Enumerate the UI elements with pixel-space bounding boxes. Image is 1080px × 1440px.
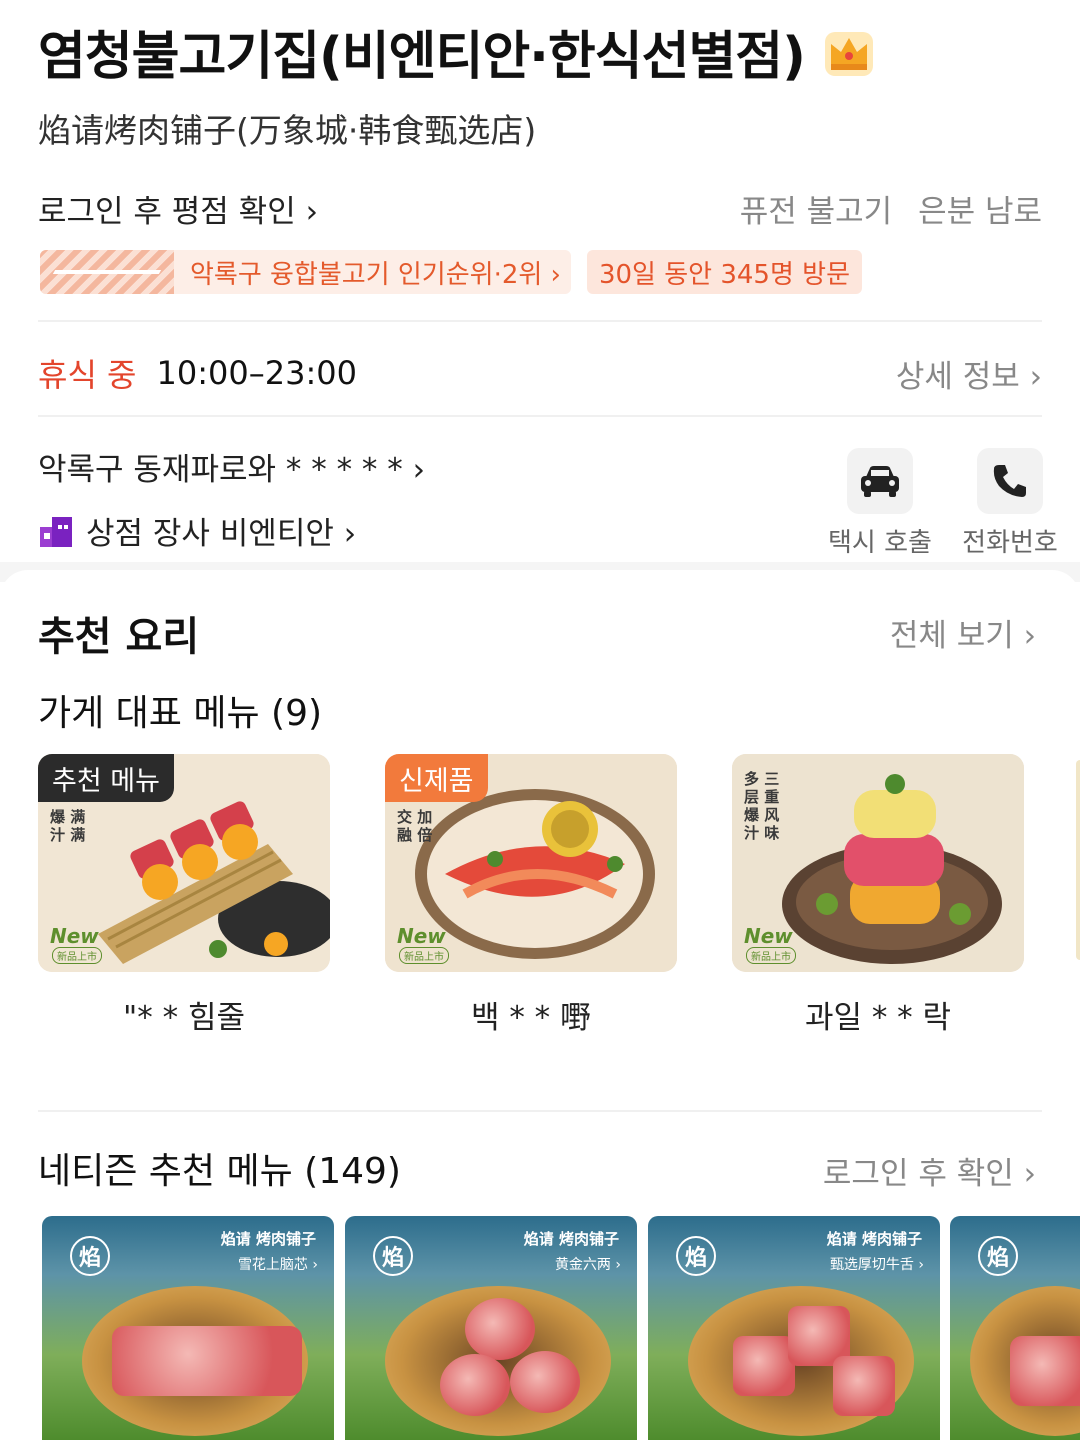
detail-info-link[interactable]: 상세 정보 › — [896, 351, 1042, 396]
badge-row: 악록구 융합불고기 인기순위·2위 › 30일 동안 345명 방문 — [40, 250, 862, 294]
phone-icon — [993, 465, 1026, 497]
store-name: 염청불고기집(비엔티안·한식선별점) — [38, 27, 806, 87]
photo-dish-name: 甄选厚切牛舌 › — [829, 1257, 924, 1273]
dish-tag: 추천 메뉴 — [38, 754, 174, 802]
meat — [833, 1356, 895, 1416]
meat — [510, 1351, 580, 1413]
dish-name[interactable]: 과일 * * 락 — [732, 992, 1024, 1037]
dish-tag: 신제품 — [385, 754, 488, 802]
recommend-title: 추천 요리 — [38, 614, 200, 660]
car-icon — [861, 466, 899, 497]
dish-slogan: 交 加 融 倍 — [397, 808, 433, 844]
crown-icon — [824, 31, 873, 76]
dish-slogan: 多 三 层 重 爆 风 汁 味 — [744, 770, 780, 842]
brand-logo: 焰 — [70, 1236, 110, 1276]
netizen-photo[interactable]: 焰 — [950, 1216, 1080, 1440]
mall-link[interactable]: 상점 장사 비엔티안 › — [38, 508, 356, 553]
category-tag: 은분 남로 — [918, 193, 1042, 230]
netizen-menu-title: 네티즌 추천 메뉴 (149) — [38, 1151, 401, 1192]
phone-action[interactable]: 전화번호 — [940, 448, 1080, 559]
divider — [38, 415, 1042, 417]
dish-image[interactable]: 多 三 层 重 爆 风 汁 味 New 新品上市 — [732, 754, 1024, 972]
store-name-chinese: 焰请烤肉铺子(万象城·韩食甄选店) — [38, 111, 537, 150]
address-link[interactable]: 악록구 동재파로와 * * * * * › — [38, 444, 425, 489]
rating-row: 로그인 후 평점 확인 › 퓨전 불고기 은분 남로 — [38, 186, 1042, 230]
photo-dish-name: 雪花上脑芯 › — [237, 1257, 318, 1273]
new-label: New — [397, 924, 446, 948]
category-tag: 퓨전 불고기 — [739, 193, 893, 230]
photo-brand: 焰请 烤肉铺子 — [826, 1230, 922, 1248]
new-sublabel: 新品上市 — [746, 947, 796, 964]
phone-label: 전화번호 — [962, 528, 1058, 558]
status-label: 휴식 중 — [38, 356, 137, 394]
dish-image[interactable]: 추천 메뉴 爆 满 汁 满 New 新品上市 — [38, 754, 330, 972]
meat — [440, 1354, 510, 1416]
meat — [733, 1336, 795, 1396]
netizen-photo[interactable]: 焰 焰请 烤肉铺子 雪花上脑芯 › — [42, 1216, 334, 1440]
business-hours: 10:00–23:00 — [156, 354, 357, 392]
dish-image[interactable]: 신제품 交 加 融 倍 New 新品上市 — [385, 754, 677, 972]
mall-label: 상점 장사 비엔티안 › — [86, 516, 357, 552]
taxi-label: 택시 호출 — [828, 528, 932, 558]
photo-brand: 焰请 烤肉铺子 — [523, 1230, 619, 1248]
next-dish-peek — [1076, 760, 1080, 960]
dish-card[interactable]: 多 三 层 重 爆 风 汁 味 New 新品上市 과일 * * 락 — [732, 754, 1024, 1037]
divider — [38, 1110, 1042, 1112]
hours-row: 휴식 중 10:00–23:00 상세 정보 › — [38, 348, 1042, 398]
ranking-badge[interactable]: 악록구 융합불고기 인기순위·2위 › — [40, 250, 571, 294]
store-title-row: 염청불고기집(비엔티안·한식선별점) — [38, 14, 879, 89]
new-sublabel: 新品上市 — [399, 947, 449, 964]
meat — [112, 1326, 302, 1396]
brand-logo: 焰 — [676, 1236, 716, 1276]
new-label: New — [744, 924, 793, 948]
ranking-stamp-icon — [40, 250, 174, 294]
dish-slogan: 爆 满 汁 满 — [50, 808, 86, 844]
dish-name[interactable]: "* * 힘줄 — [38, 992, 330, 1037]
netizen-photo[interactable]: 焰 焰请 烤肉铺子 黄金六两 › — [345, 1216, 637, 1440]
taxi-button[interactable] — [847, 448, 913, 514]
building-icon — [40, 516, 72, 547]
ranking-text: 악록구 융합불고기 인기순위·2위 › — [190, 259, 561, 290]
brand-logo: 焰 — [373, 1236, 413, 1276]
netizen-photo[interactable]: 焰 焰请 烤肉铺子 甄选厚切牛舌 › — [648, 1216, 940, 1440]
meat — [1010, 1336, 1080, 1406]
dish-card[interactable]: 추천 메뉴 爆 满 汁 满 New 新品上市 "* * 힘줄 — [38, 754, 330, 1037]
dish-name[interactable]: 백 * * 嘢 — [385, 992, 677, 1037]
rating-login-link[interactable]: 로그인 후 평점 확인 › — [38, 186, 318, 231]
divider — [38, 320, 1042, 322]
signature-menu-title: 가게 대표 메뉴 (9) — [38, 693, 323, 734]
photo-brand: 焰请 烤肉铺子 — [220, 1230, 316, 1248]
photo-dish-name: 黄金六两 › — [554, 1257, 621, 1273]
dish-card[interactable]: 신제품 交 加 融 倍 New 新品上市 백 * * 嘢 — [385, 754, 677, 1037]
visit-badge: 30일 동안 345명 방문 — [586, 250, 862, 294]
login-check-link[interactable]: 로그인 후 확인 › — [823, 1148, 1036, 1193]
new-label: New — [50, 924, 99, 948]
taxi-action[interactable]: 택시 호출 — [810, 448, 950, 559]
brand-logo: 焰 — [978, 1236, 1018, 1276]
phone-button[interactable] — [977, 448, 1043, 514]
category-tags: 퓨전 불고기 은분 남로 — [724, 186, 1042, 231]
meat — [465, 1298, 535, 1360]
new-sublabel: 新品上市 — [52, 947, 102, 964]
view-all-link[interactable]: 전체 보기 › — [890, 610, 1036, 655]
